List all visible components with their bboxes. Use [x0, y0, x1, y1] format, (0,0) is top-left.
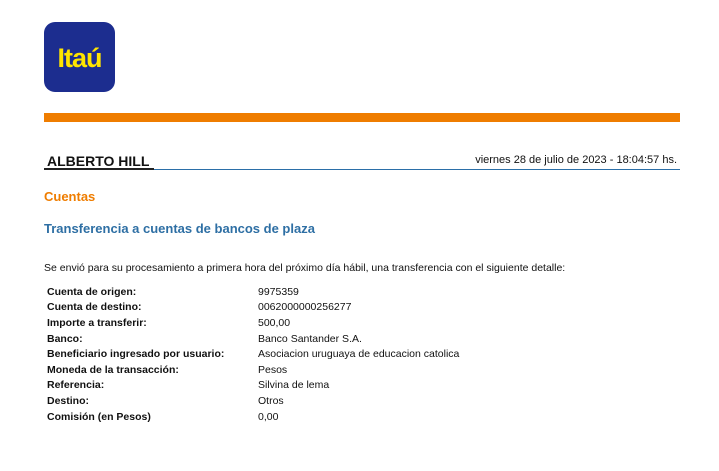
detail-value: 9975359 — [258, 285, 299, 298]
detail-row-bank: Banco: Banco Santander S.A. — [47, 331, 459, 347]
detail-row-origin-account: Cuenta de origen: 9975359 — [47, 284, 459, 300]
user-name: ALBERTO HILL — [47, 153, 150, 169]
detail-label: Comisión (en Pesos) — [47, 410, 151, 423]
detail-row-destination-account: Cuenta de destino: 0062000000256277 — [47, 300, 459, 316]
detail-value: Asociacion uruguaya de educacion catolic… — [258, 348, 460, 361]
section-title: Cuentas — [44, 189, 96, 204]
detail-value: Banco Santander S.A. — [258, 332, 362, 345]
detail-value: Otros — [258, 394, 284, 407]
logo-text: Itaú — [57, 42, 102, 73]
detail-row-currency: Moneda de la transacción: Pesos — [47, 362, 459, 378]
detail-label: Moneda de la transacción: — [47, 363, 179, 376]
confirmation-message: Se envió para su procesamiento a primera… — [44, 262, 566, 274]
detail-label: Cuenta de destino: — [47, 301, 142, 314]
detail-label: Importe a transferir: — [47, 316, 147, 329]
detail-row-amount: Importe a transferir: 500,00 — [47, 315, 459, 331]
user-name-underline — [44, 168, 154, 170]
detail-value: 0,00 — [258, 410, 279, 423]
detail-row-commission: Comisión (en Pesos) 0,00 — [47, 409, 459, 425]
detail-value: Silvina de lema — [258, 379, 330, 392]
detail-label: Referencia: — [47, 379, 105, 392]
detail-value: 0062000000256277 — [258, 301, 352, 314]
itau-logo: Itaú — [44, 22, 115, 92]
detail-label: Cuenta de origen: — [47, 285, 137, 298]
detail-value: 500,00 — [258, 316, 291, 329]
detail-row-beneficiary: Beneficiario ingresado por usuario: Asoc… — [47, 346, 459, 362]
transfer-details: Cuenta de origen: 9975359 Cuenta de dest… — [47, 284, 459, 424]
detail-row-destination: Destino: Otros — [47, 393, 459, 409]
detail-label: Destino: — [47, 394, 89, 407]
detail-value: Pesos — [258, 363, 288, 376]
transaction-datetime: viernes 28 de julio de 2023 - 18:04:57 h… — [475, 154, 677, 166]
detail-label: Beneficiario ingresado por usuario: — [47, 348, 225, 361]
detail-row-reference: Referencia: Silvina de lema — [47, 378, 459, 394]
header-divider-bar — [44, 113, 680, 122]
detail-label: Banco: — [47, 332, 83, 345]
page-title: Transferencia a cuentas de bancos de pla… — [44, 221, 315, 236]
